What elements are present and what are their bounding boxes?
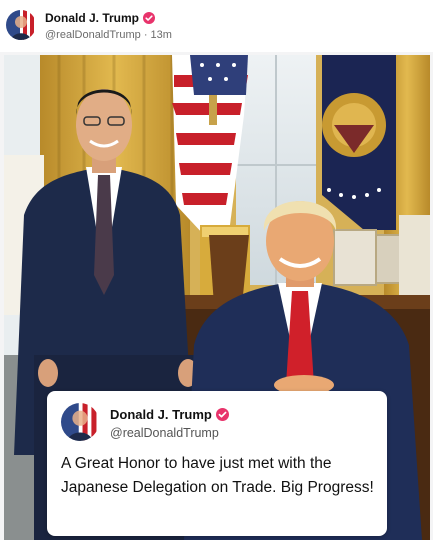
- verified-badge-icon: [143, 12, 156, 24]
- author-name[interactable]: Donald J. Trump: [45, 11, 156, 25]
- flag-portrait-icon: [61, 403, 99, 441]
- author-avatar[interactable]: [6, 10, 36, 40]
- quoted-post-card[interactable]: Donald J. Trump @realDonaldTrump A Great…: [47, 391, 387, 536]
- flag-portrait-icon: [6, 10, 36, 40]
- quoted-author-handle[interactable]: @realDonaldTrump: [110, 426, 219, 440]
- post-timestamp[interactable]: 13m: [151, 29, 172, 41]
- quoted-post-text: A Great Honor to have just met with the …: [61, 455, 374, 496]
- post-meta: @realDonaldTrump · 13m: [45, 29, 172, 41]
- quoted-author-name[interactable]: Donald J. Trump: [110, 407, 229, 422]
- presidential-flag: [322, 55, 396, 230]
- meta-separator: ·: [143, 29, 148, 41]
- verified-badge-icon: [215, 408, 229, 421]
- picture-frame: [333, 229, 377, 286]
- author-handle[interactable]: @realDonaldTrump: [45, 29, 141, 41]
- post-header: Donald J. Trump @realDonaldTrump · 13m: [0, 0, 433, 52]
- quoted-author-avatar[interactable]: [61, 403, 99, 441]
